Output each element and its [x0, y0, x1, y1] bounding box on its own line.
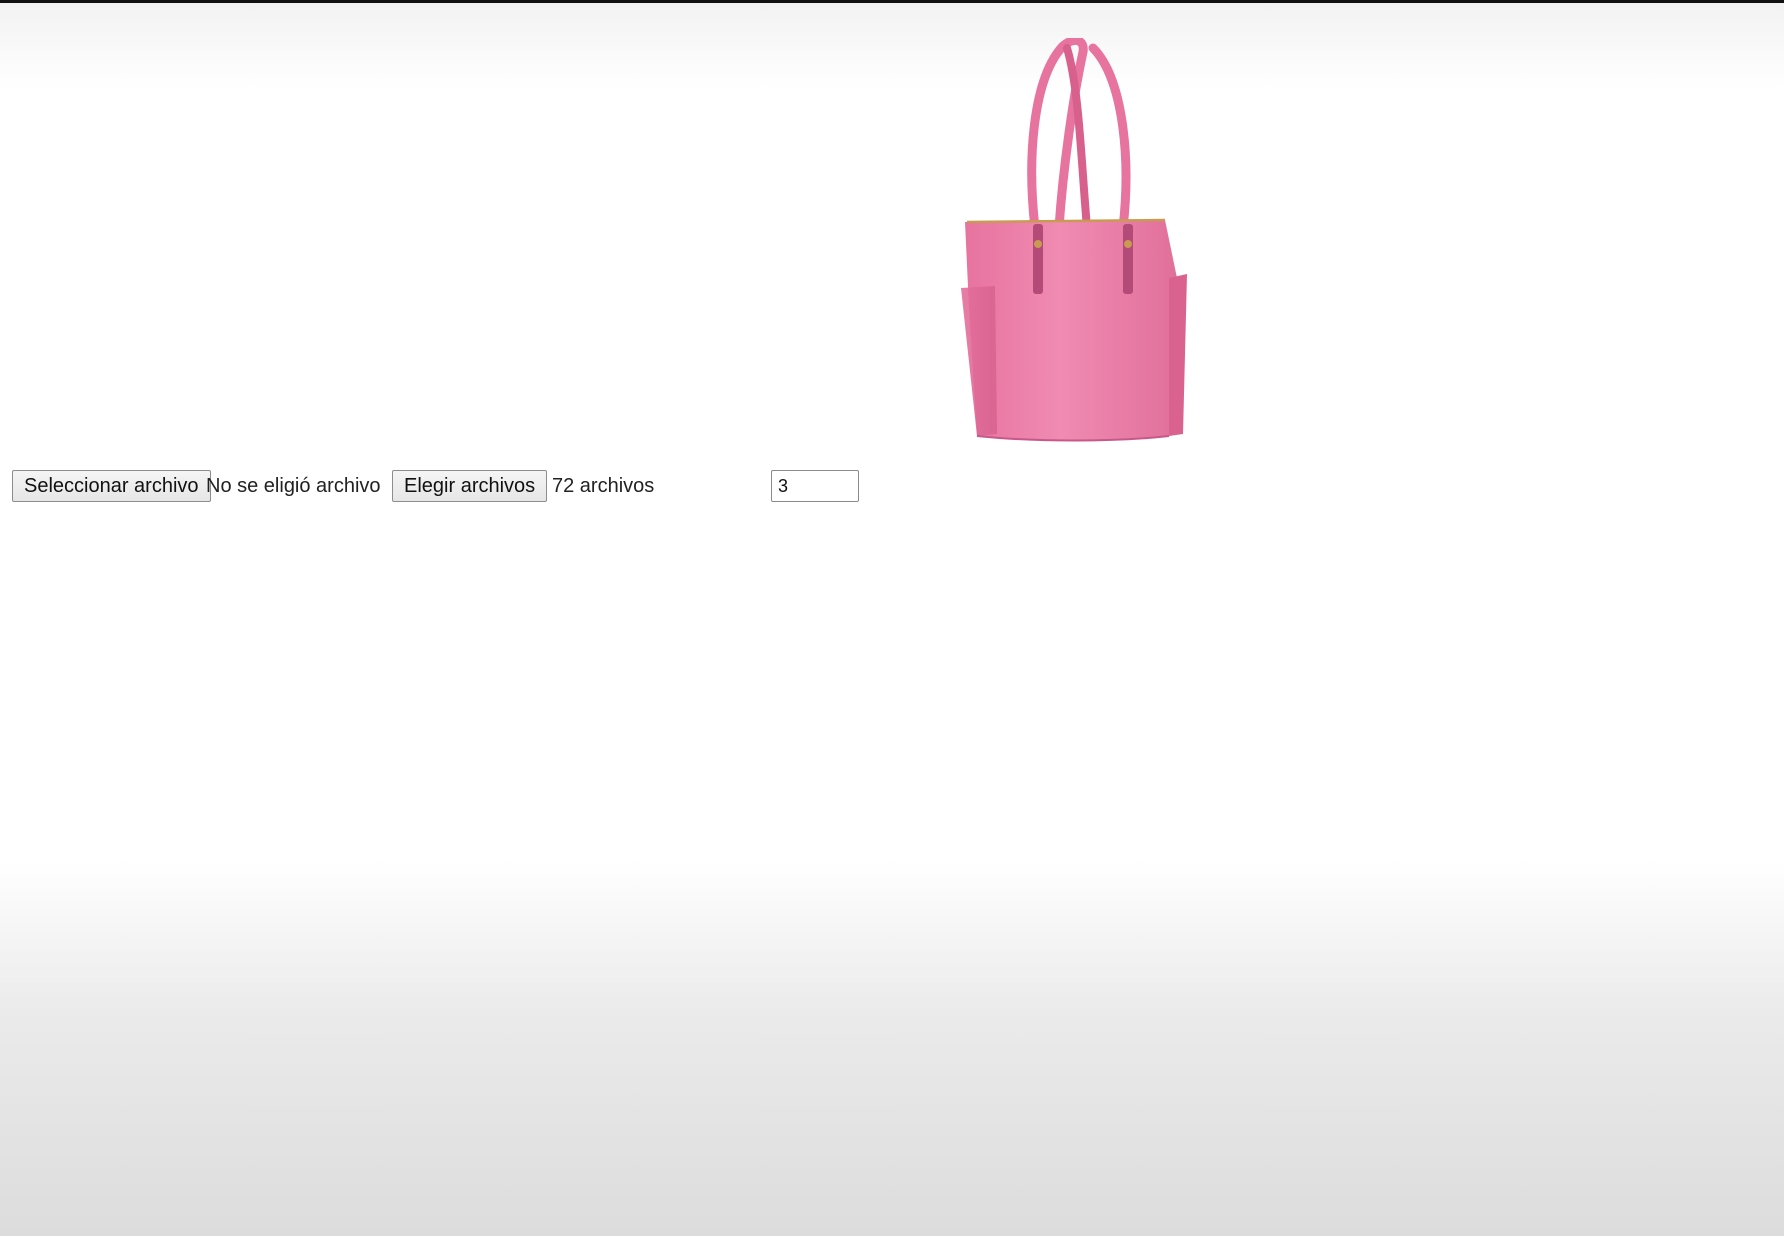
- file-controls-row: Seleccionar archivo No se eligió archivo…: [12, 470, 912, 502]
- select-file-button[interactable]: Seleccionar archivo: [12, 470, 211, 502]
- handbag-illustration: [961, 38, 1187, 442]
- top-border: [0, 0, 1784, 3]
- files-count-text: 72 archivos: [552, 475, 655, 497]
- choose-files-button[interactable]: Elegir archivos: [392, 470, 548, 502]
- product-image-handbag: [955, 38, 1205, 448]
- count-input[interactable]: [771, 470, 859, 502]
- no-file-selected-text: No se eligió archivo: [206, 475, 381, 497]
